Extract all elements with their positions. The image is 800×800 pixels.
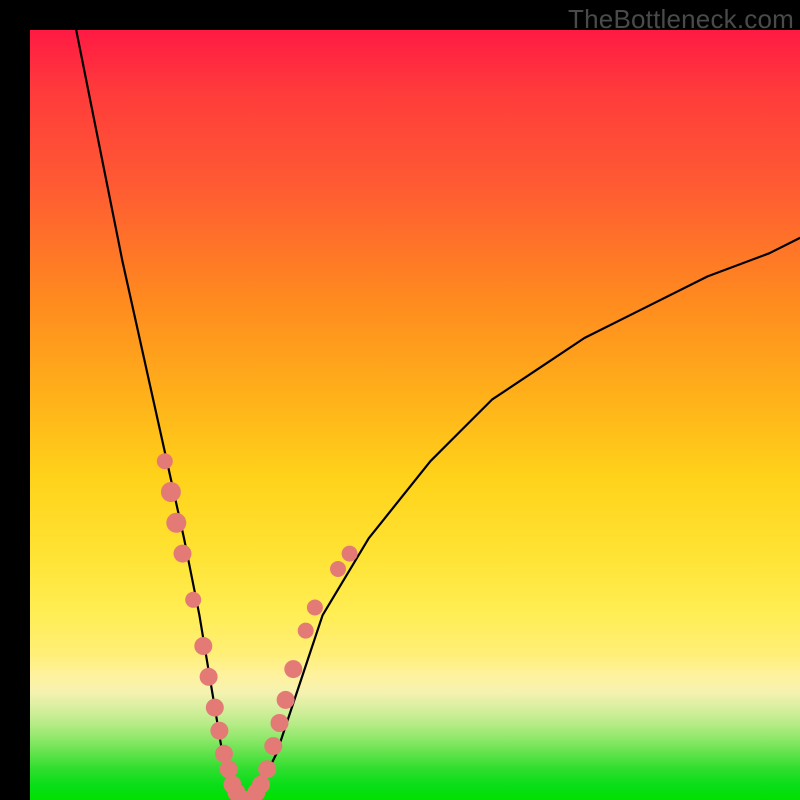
highlight-dot	[210, 722, 228, 740]
highlight-dot	[220, 760, 238, 778]
highlight-dot	[215, 745, 233, 763]
watermark-text: TheBottleneck.com	[568, 4, 794, 35]
highlight-dot	[342, 546, 358, 562]
highlight-dot	[264, 737, 282, 755]
highlight-dot	[157, 453, 173, 469]
highlight-dot	[277, 691, 295, 709]
highlight-dot	[185, 592, 201, 608]
highlight-dot	[200, 668, 218, 686]
highlight-dot	[194, 637, 212, 655]
highlight-dot	[271, 714, 289, 732]
bottleneck-curve	[76, 30, 800, 800]
highlight-dot	[206, 699, 224, 717]
chart-frame: TheBottleneck.com	[0, 0, 800, 800]
highlight-dot	[298, 623, 314, 639]
highlight-dots-group	[157, 453, 358, 800]
highlight-dot	[258, 760, 276, 778]
highlight-dot	[166, 513, 186, 533]
highlight-dot	[330, 561, 346, 577]
plot-area	[30, 30, 800, 800]
highlight-dot	[284, 660, 302, 678]
highlight-dot	[174, 545, 192, 563]
highlight-dot	[252, 776, 270, 794]
chart-svg	[30, 30, 800, 800]
highlight-dot	[161, 482, 181, 502]
highlight-dot	[307, 600, 323, 616]
